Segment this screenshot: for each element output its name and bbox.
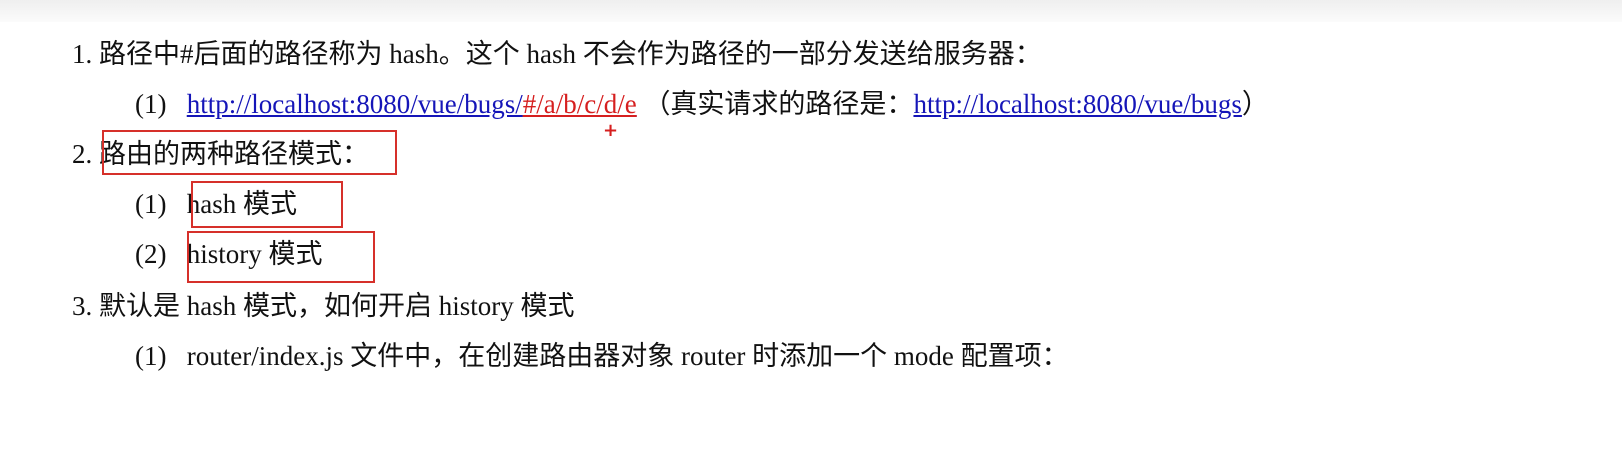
annotation-box-hash-mode [191,181,343,228]
sub-text-3-1: router/index.js 文件中，在创建路由器对象 router 时添加一… [186,341,1069,371]
example-url-base: http://localhost:8080/vue/bugs/ [186,89,523,119]
list-number-2: 2. [72,139,93,169]
example-url-link[interactable]: http://localhost:8080/vue/bugs/#/a/b/c/d… [187,89,637,119]
annotation-box-history-mode [187,231,375,283]
list-text-3: 默认是 hash 模式，如何开启 history 模式 [99,291,575,321]
sub-item-1-1: (1) http://localhost:8080/vue/bugs/#/a/b… [135,86,1269,122]
list-item-3: 3. 默认是 hash 模式，如何开启 history 模式 [72,288,575,324]
sub-number-3-1: (1) [135,341,167,371]
example-url-hash: #/a/b/c/d/e [522,89,637,119]
sub-item-3-1: (1) router/index.js 文件中，在创建路由器对象 router … [135,338,1069,374]
real-path-note-close: ） [1241,89,1269,119]
list-item-1: 1. 路径中#后面的路径称为 hash。这个 hash 不会作为路径的一部分发送… [72,36,1042,72]
sub-number-2-1: (1) [135,189,167,219]
crosshair-plus-icon: + [603,120,619,141]
list-number-3: 3. [72,291,93,321]
sub-number-2-2: (2) [135,239,167,269]
list-text-1: 路径中#后面的路径称为 hash。这个 hash 不会作为路径的一部分发送给服务… [99,39,1042,69]
window-top-bar [0,0,1622,22]
list-number-1: 1. [72,39,93,69]
annotation-box-routing-modes [102,130,397,175]
real-path-url-link[interactable]: http://localhost:8080/vue/bugs [913,89,1241,119]
sub-number-1-1: (1) [135,89,167,119]
real-path-note-open: （真实请求的路径是： [643,89,914,119]
